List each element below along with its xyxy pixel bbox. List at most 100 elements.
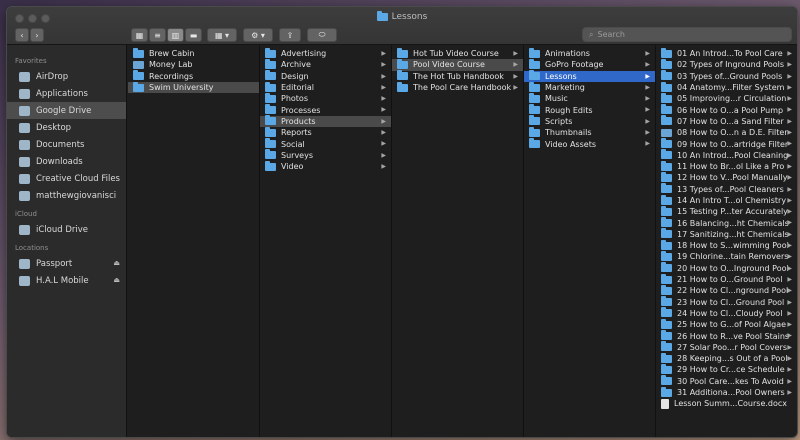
folder-item[interactable]: 06 How to O...a Pool Pump ▶ <box>656 104 797 115</box>
disclosure-arrow-icon: ▶ <box>381 151 386 159</box>
sidebar-item[interactable]: H.A.L Mobile ⏏ <box>7 272 126 289</box>
toolbar: Lessons ‹ › ▦ ≡ ▥ ▬ ▦ ▾ ⚙ ▾ ⇪ ⬭ ⌕ Search <box>7 7 797 45</box>
folder-item[interactable]: The Hot Tub Handbook ▶ <box>392 70 523 82</box>
disclosure-arrow-icon: ▶ <box>787 230 792 238</box>
folder-item[interactable]: 04 Anatomy...Filter System ▶ <box>656 81 797 93</box>
sidebar-item[interactable]: iCloud Drive <box>7 221 126 238</box>
folder-item[interactable]: Scripts ▶ <box>524 115 655 127</box>
item-label: Processes <box>281 105 321 115</box>
folder-item[interactable]: 17 Sanitizing...ht Chemicals ▶ <box>656 228 797 240</box>
folder-item[interactable]: Recordings <box>128 70 259 82</box>
share-button[interactable]: ⇪ <box>279 28 301 42</box>
folder-item[interactable]: Processes ▶ <box>260 104 391 115</box>
icon-view-button[interactable]: ▦ <box>131 28 148 42</box>
column-view-button[interactable]: ▥ <box>167 28 184 42</box>
eject-icon[interactable]: ⏏ <box>113 259 120 267</box>
folder-item[interactable]: Money Lab <box>128 59 259 70</box>
folder-item[interactable]: Music ▶ <box>524 92 655 104</box>
sidebar-item[interactable]: Passport ⏏ <box>7 255 126 272</box>
folder-item[interactable]: Animations ▶ <box>524 47 655 59</box>
folder-item[interactable]: 28 Keeping...s Out of a Pool ▶ <box>656 352 797 364</box>
folder-item[interactable]: Thumbnails ▶ <box>524 126 655 138</box>
action-button[interactable]: ⚙ ▾ <box>243 28 273 42</box>
folder-item[interactable]: 12 How to V...Pool Manually ▶ <box>656 171 797 183</box>
folder-item[interactable]: 07 How to O...a Sand Filter ▶ <box>656 115 797 127</box>
folder-item[interactable]: Reports ▶ <box>260 126 391 138</box>
folder-item[interactable]: 08 How to O...n a D.E. Filter ▶ <box>656 127 797 138</box>
disclosure-arrow-icon: ▶ <box>787 61 792 69</box>
folder-item[interactable]: 26 How to R...ve Pool Stains ▶ <box>656 330 797 341</box>
search-field[interactable]: ⌕ Search <box>582 27 792 42</box>
folder-item[interactable]: Hot Tub Video Course ▶ <box>392 47 523 59</box>
folder-item[interactable]: Surveys ▶ <box>260 149 391 161</box>
folder-item[interactable]: Archive ▶ <box>260 58 391 70</box>
folder-item[interactable]: 21 How to O...Ground Pool ▶ <box>656 273 797 285</box>
forward-button[interactable]: › <box>30 28 44 42</box>
folder-item[interactable]: 29 How to Cr...ce Schedule ▶ <box>656 363 797 375</box>
folder-item[interactable]: 19 Chlorine...tain Removers ▶ <box>656 250 797 262</box>
folder-item[interactable]: 14 An Intro T...ol Chemistry ▶ <box>656 194 797 206</box>
folder-item[interactable]: 01 An Introd...To Pool Care ▶ <box>656 47 797 59</box>
back-button[interactable]: ‹ <box>15 28 29 42</box>
folder-item[interactable]: 20 How to O...Inground Pool ▶ <box>656 262 797 274</box>
tag-button[interactable]: ⬭ <box>307 28 337 42</box>
folder-item[interactable]: Photos ▶ <box>260 92 391 104</box>
folder-item[interactable]: GoPro Footage ▶ <box>524 58 655 70</box>
folder-item[interactable]: Products ▶ <box>260 115 391 128</box>
folder-item[interactable]: 03 Types of...Ground Pools ▶ <box>656 70 797 82</box>
sidebar-item[interactable]: Desktop <box>7 119 126 136</box>
sidebar-item[interactable]: Applications <box>7 85 126 102</box>
sidebar-heading: Locations <box>15 244 49 252</box>
folder-item[interactable]: Marketing ▶ <box>524 81 655 93</box>
folder-item[interactable]: 22 How to Cl...nground Pool ▶ <box>656 284 797 296</box>
folder-item[interactable]: 25 How to G...of Pool Algae ▶ <box>656 318 797 330</box>
sidebar-item[interactable]: Google Drive <box>7 102 126 119</box>
sidebar-item[interactable]: Creative Cloud Files <box>7 170 126 187</box>
item-label: Money Lab <box>149 60 193 70</box>
folder-item[interactable]: 27 Solar Poo...r Pool Covers ▶ <box>656 341 797 353</box>
sidebar-item[interactable]: matthewgiovanisci <box>7 187 126 204</box>
folder-item[interactable]: 13 Types of...Pool Cleaners ▶ <box>656 183 797 195</box>
sidebar-item[interactable]: Downloads <box>7 153 126 170</box>
folder-item[interactable]: Pool Video Course ▶ <box>392 58 523 71</box>
folder-icon <box>265 115 276 126</box>
folder-item[interactable]: 23 How to Cl...Ground Pool ▶ <box>656 296 797 308</box>
folder-item[interactable]: 31 Additiona...Pool Owners ▶ <box>656 386 797 398</box>
folder-icon <box>661 160 672 171</box>
folder-item[interactable]: 09 How to O...artridge Filter ▶ <box>656 138 797 149</box>
folder-icon <box>661 273 672 284</box>
folder-item[interactable]: Editorial ▶ <box>260 81 391 93</box>
folder-item[interactable]: Swim University <box>128 81 259 94</box>
list-view-button[interactable]: ≡ <box>149 28 166 42</box>
sidebar-item[interactable]: AirDrop <box>7 68 126 85</box>
folder-item[interactable]: Lessons ▶ <box>524 70 655 82</box>
folder-item[interactable]: Brew Cabin <box>128 47 259 59</box>
file-item[interactable]: Lesson Summ...Course.docx <box>656 398 797 409</box>
column-4: Animations ▶ GoPro Footage ▶ Lessons ▶ Marketi… <box>524 45 656 437</box>
folder-item[interactable]: 16 Balancing...ht Chemicals ▶ <box>656 217 797 228</box>
folder-item[interactable]: Video ▶ <box>260 160 391 172</box>
disclosure-arrow-icon: ▶ <box>645 72 650 80</box>
folder-item[interactable]: 24 How to Cl...Cloudy Pool ▶ <box>656 307 797 319</box>
folder-item[interactable]: 05 Improving...r Circulation ▶ <box>656 92 797 104</box>
folder-item[interactable]: Design ▶ <box>260 70 391 82</box>
folder-item[interactable]: Advertising ▶ <box>260 47 391 59</box>
group-by-button[interactable]: ▦ ▾ <box>207 28 237 42</box>
folder-item[interactable]: 30 Pool Care...kes To Avoid ▶ <box>656 375 797 387</box>
item-label: Thumbnails <box>545 128 592 138</box>
sidebar-item-label: iCloud Drive <box>36 224 89 235</box>
gallery-view-button[interactable]: ▬ <box>185 28 202 42</box>
folder-item[interactable]: 10 An Introd...Pool Cleaning ▶ <box>656 149 797 161</box>
folder-item[interactable]: 11 How to Br...ol Like a Pro ▶ <box>656 160 797 172</box>
eject-icon[interactable]: ⏏ <box>113 276 120 284</box>
folder-item[interactable]: 02 Types of Inground Pools ▶ <box>656 58 797 70</box>
sidebar-item[interactable]: Documents <box>7 136 126 153</box>
folder-item[interactable]: Rough Edits ▶ <box>524 104 655 115</box>
folder-item[interactable]: Social ▶ <box>260 138 391 149</box>
disclosure-arrow-icon: ▶ <box>787 83 792 91</box>
disclosure-arrow-icon: ▶ <box>381 83 386 91</box>
folder-item[interactable]: The Pool Care Handbook ▶ <box>392 81 523 93</box>
folder-item[interactable]: 18 How to S...wimming Pool ▶ <box>656 239 797 251</box>
folder-item[interactable]: 15 Testing P...ter Accurately ▶ <box>656 205 797 217</box>
folder-item[interactable]: Video Assets ▶ <box>524 138 655 149</box>
